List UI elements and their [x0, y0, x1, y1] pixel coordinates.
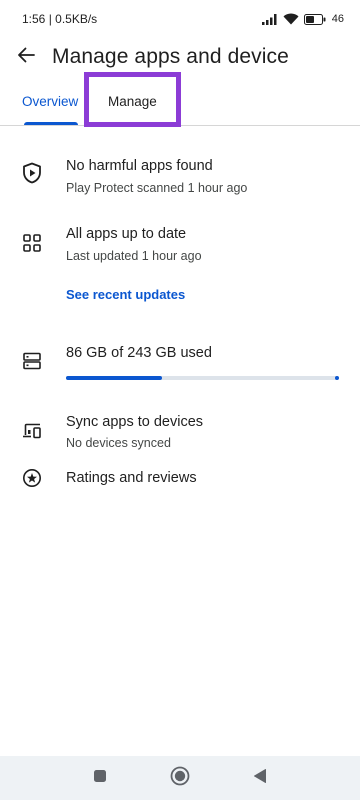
arrow-back-icon	[17, 46, 35, 69]
storage-icon	[21, 350, 43, 372]
wifi-icon	[283, 13, 299, 25]
battery-icon	[303, 13, 326, 25]
home-circle-icon	[170, 766, 190, 791]
system-navigation-bar	[0, 756, 360, 800]
sync-row[interactable]: Sync apps to devices No devices synced	[0, 406, 360, 456]
manage-tab-highlight	[84, 72, 181, 127]
play-protect-title: No harmful apps found	[66, 158, 213, 174]
home-button[interactable]	[168, 766, 192, 790]
storage-progress-bar	[66, 376, 339, 380]
storage-progress-fill	[66, 376, 163, 380]
back-nav-button[interactable]	[248, 766, 272, 790]
ratings-row[interactable]: Ratings and reviews	[0, 464, 360, 494]
back-triangle-icon	[253, 768, 267, 789]
storage-title: 86 GB of 243 GB used	[66, 345, 212, 361]
play-protect-subtitle: Play Protect scanned 1 hour ago	[66, 181, 248, 195]
updates-row[interactable]: All apps up to date Last updated 1 hour …	[0, 218, 360, 268]
ratings-title: Ratings and reviews	[66, 470, 197, 486]
devices-icon	[21, 420, 43, 442]
see-recent-updates-link[interactable]: See recent updates	[66, 287, 185, 302]
sync-subtitle: No devices synced	[66, 436, 171, 450]
battery-level: 46	[331, 13, 344, 25]
signal-icon	[261, 13, 278, 25]
updates-title: All apps up to date	[66, 226, 187, 242]
star-circle-icon	[21, 467, 43, 489]
play-protect-row[interactable]: No harmful apps found Play Protect scann…	[0, 150, 360, 200]
page-title: Manage apps and device	[52, 45, 289, 68]
shield-play-icon	[21, 162, 43, 184]
back-button[interactable]	[0, 38, 52, 76]
recents-button[interactable]	[88, 766, 112, 790]
apps-grid-icon	[21, 232, 43, 254]
updates-subtitle: Last updated 1 hour ago	[66, 249, 202, 263]
tab-selected-indicator	[24, 122, 78, 125]
status-bar: 1:56 | 0.5KB/s 46	[0, 0, 360, 38]
status-time-speed: 1:56 | 0.5KB/s	[22, 12, 98, 26]
sync-title: Sync apps to devices	[66, 414, 204, 430]
app-header: Manage apps and device	[0, 38, 360, 76]
storage-progress-end-dot	[335, 376, 339, 380]
tab-overview[interactable]: Overview	[22, 94, 78, 109]
square-icon	[93, 769, 107, 788]
status-icons: 46	[261, 13, 344, 25]
